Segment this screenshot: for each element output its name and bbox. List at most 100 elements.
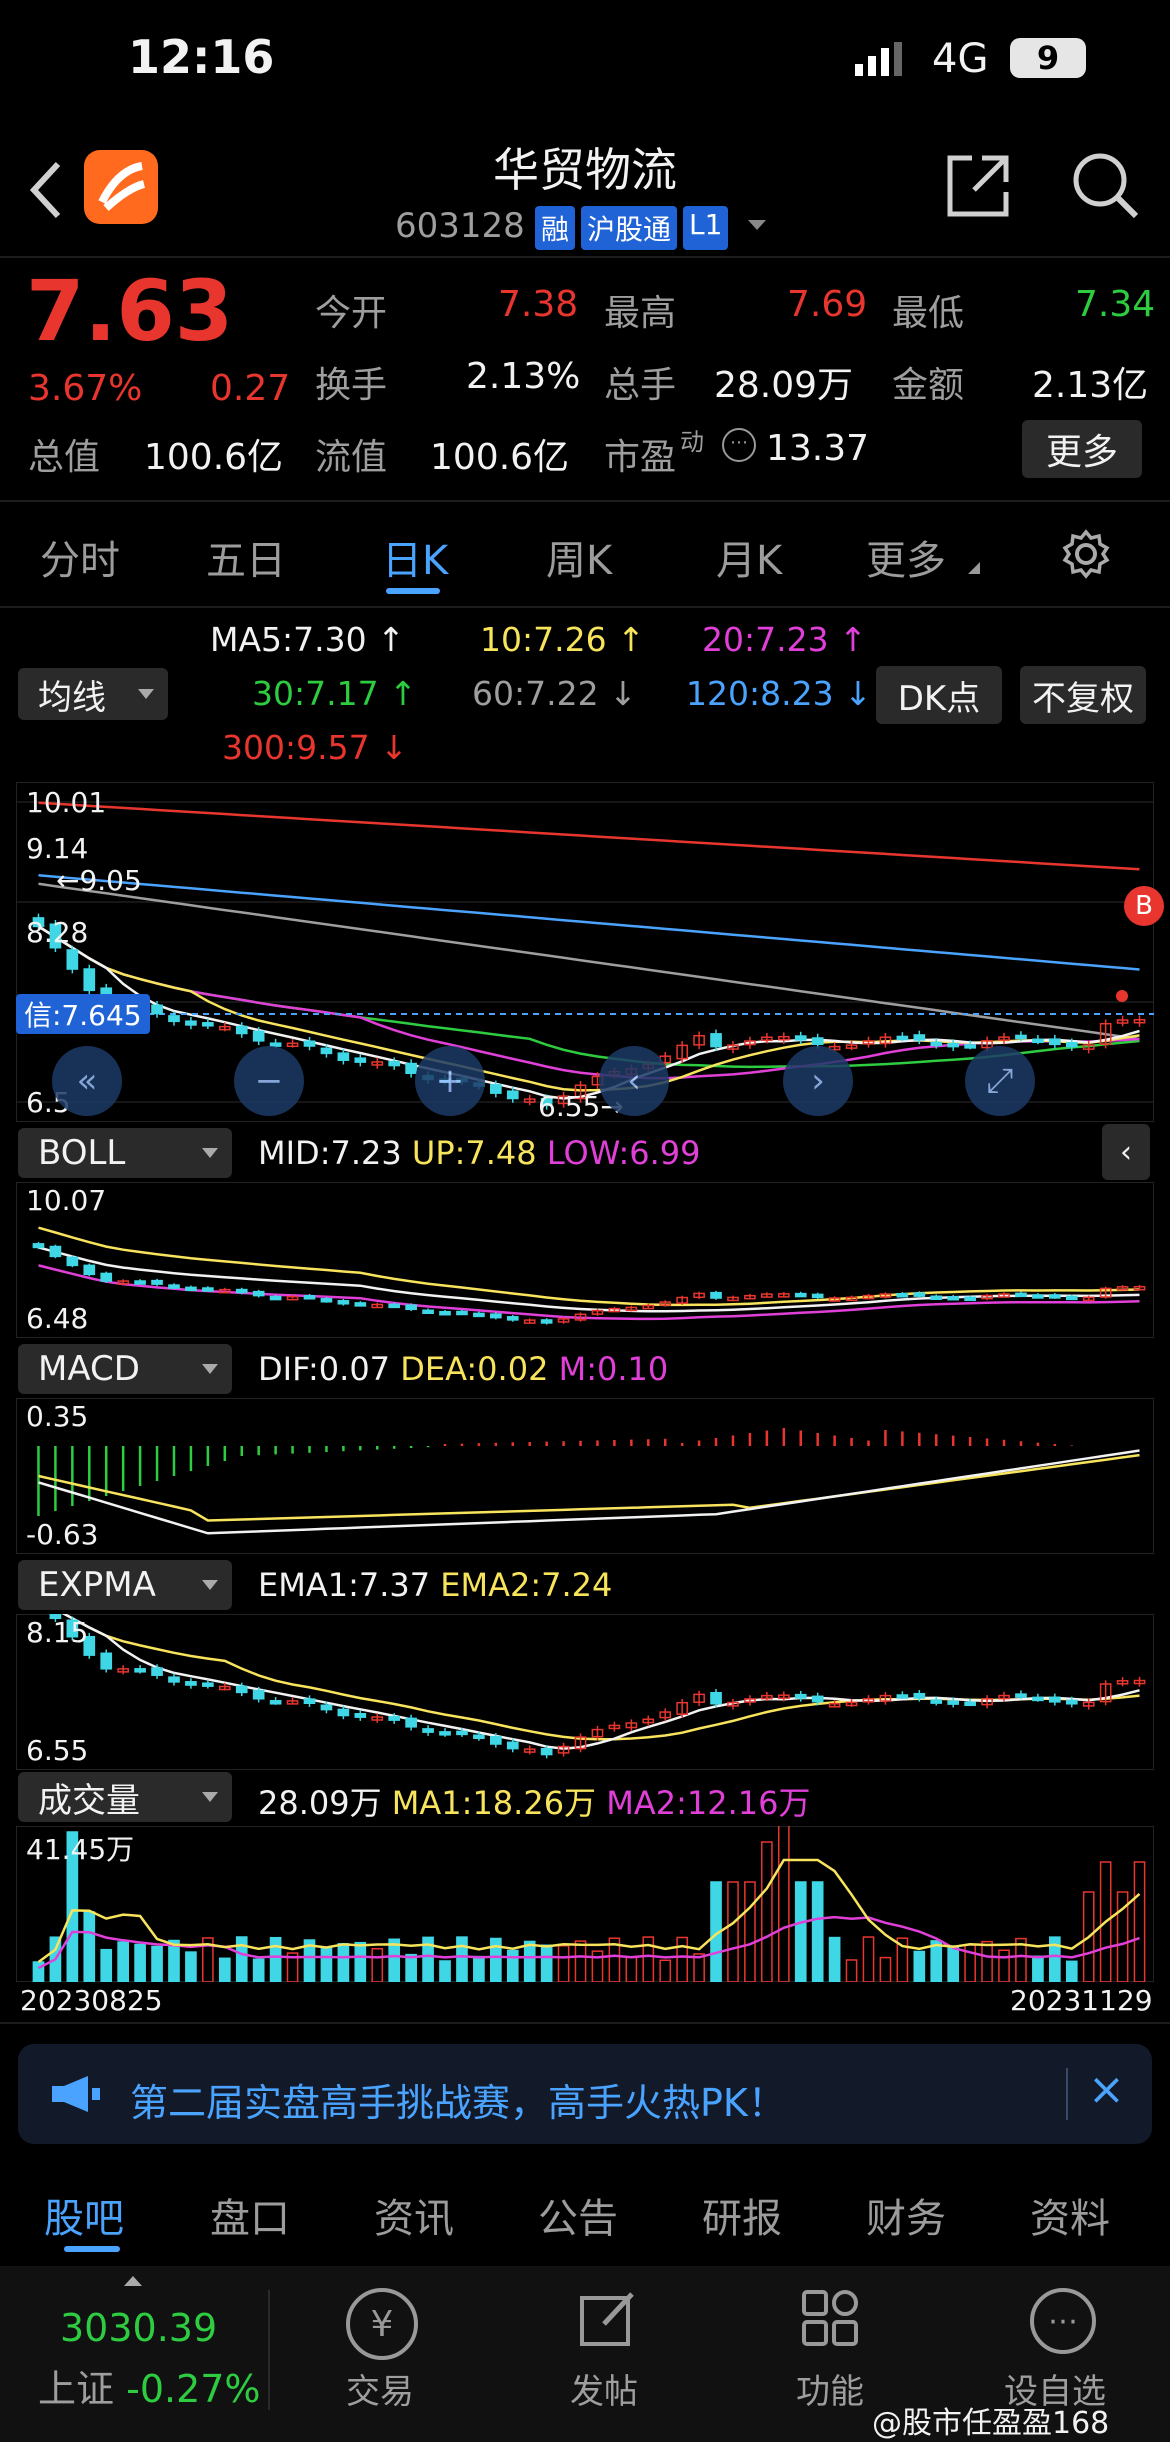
candle-body bbox=[1049, 1038, 1061, 1046]
volume-ma1: MA1:18.26万 bbox=[391, 1784, 597, 1822]
volume-bar bbox=[913, 1950, 926, 1983]
ma60-arrow: ↓ bbox=[609, 674, 637, 713]
volume-bar bbox=[761, 1841, 773, 1983]
post-icon[interactable] bbox=[578, 2288, 638, 2352]
turnover-value: 2.13% bbox=[466, 356, 581, 397]
index-expand-icon[interactable] bbox=[124, 2276, 142, 2286]
candle-body bbox=[896, 1035, 909, 1041]
tab-five-day[interactable]: 五日 bbox=[206, 528, 286, 586]
tab-order-book[interactable]: 盘口 bbox=[210, 2186, 290, 2244]
zoom-in-icon[interactable]: + bbox=[415, 1046, 485, 1116]
candle-body bbox=[388, 1303, 401, 1309]
close-icon[interactable]: × bbox=[1088, 2064, 1125, 2115]
candle-body bbox=[1015, 1693, 1027, 1698]
candle-body bbox=[100, 1272, 113, 1282]
candle-body bbox=[811, 1037, 824, 1045]
boll-selector[interactable]: BOLL bbox=[18, 1128, 232, 1178]
scroll-left-icon[interactable]: ‹ bbox=[599, 1046, 669, 1116]
volume-bar bbox=[625, 1956, 638, 1983]
search-icon[interactable] bbox=[1070, 150, 1140, 224]
fullscreen-icon[interactable]: ⤢ bbox=[965, 1046, 1035, 1116]
scroll-left-fast-icon[interactable]: « bbox=[52, 1046, 122, 1116]
volume-bar bbox=[744, 1881, 756, 1983]
more-button[interactable]: 更多 bbox=[1022, 420, 1142, 478]
volume-bar bbox=[320, 1946, 333, 1983]
functions-icon[interactable] bbox=[800, 2288, 860, 2352]
footer-functions-label[interactable]: 功能 bbox=[796, 2364, 864, 2413]
footer-trade-label[interactable]: 交易 bbox=[346, 2364, 414, 2413]
macd-dea-line bbox=[38, 1453, 1140, 1522]
mcap-label: 总值 bbox=[28, 437, 101, 478]
candle-body bbox=[185, 1681, 197, 1686]
volume-bar bbox=[117, 1941, 129, 1983]
volume-bar bbox=[811, 1881, 824, 1983]
expand-icon[interactable] bbox=[748, 220, 766, 230]
ma20-text: 20:7.23 bbox=[702, 620, 829, 659]
tab-announcements[interactable]: 公告 bbox=[538, 2186, 618, 2244]
trade-icon[interactable]: ¥ bbox=[346, 2288, 418, 2360]
volume-bar bbox=[879, 1956, 892, 1983]
footer-post-label[interactable]: 发帖 bbox=[570, 2364, 638, 2413]
candle-body bbox=[896, 1293, 909, 1298]
tab-finance[interactable]: 财务 bbox=[866, 2186, 946, 2244]
boll-selector-label: BOLL bbox=[38, 1133, 126, 1173]
macd-dea: DEA:0.02 bbox=[400, 1350, 549, 1388]
tab-weekly-k[interactable]: 周K bbox=[546, 528, 612, 586]
ma-selector[interactable]: 均线 bbox=[18, 668, 168, 720]
settings-gear-icon[interactable] bbox=[1060, 528, 1112, 584]
candle-body bbox=[1032, 1696, 1044, 1702]
volume-bar bbox=[727, 1881, 739, 1983]
candle-body bbox=[439, 1731, 451, 1736]
volume-bar bbox=[100, 1948, 113, 1983]
dk-point-button[interactable]: DK点 bbox=[876, 666, 1002, 724]
tab-daily-k[interactable]: 日K bbox=[382, 528, 448, 586]
candle-body bbox=[405, 1062, 417, 1075]
expma-selector[interactable]: EXPMA bbox=[18, 1560, 232, 1610]
tab-forum[interactable]: 股吧 bbox=[44, 2186, 124, 2244]
candle-body bbox=[303, 1295, 316, 1300]
kline-y-label-3: 8.28 bbox=[26, 916, 89, 949]
candle-body bbox=[252, 1689, 265, 1700]
adjust-button[interactable]: 不复权 bbox=[1020, 666, 1146, 724]
volume-bar bbox=[337, 1943, 350, 1983]
volume-bar bbox=[1065, 1960, 1078, 1983]
candle-body bbox=[794, 1292, 807, 1298]
watchlist-icon[interactable]: ⋯ bbox=[1030, 2288, 1096, 2354]
ma-selector-label: 均线 bbox=[38, 677, 106, 718]
candle-body bbox=[100, 1652, 113, 1670]
promo-banner[interactable]: 第二届实盘高手挑战赛，高手火热PK！ × bbox=[18, 2044, 1152, 2144]
pe-info-icon[interactable]: ⋯ bbox=[722, 428, 756, 462]
scroll-right-icon[interactable]: › bbox=[783, 1046, 853, 1116]
candle-body bbox=[947, 1700, 960, 1705]
volume-bar bbox=[439, 1960, 451, 1983]
low-label: 最低 bbox=[892, 293, 965, 334]
volume-bar bbox=[845, 1959, 858, 1983]
tab-monthly-k[interactable]: 月K bbox=[716, 528, 782, 586]
tag-margin: 融 bbox=[535, 206, 576, 250]
share-icon[interactable] bbox=[944, 152, 1012, 224]
buy-marker[interactable]: B bbox=[1124, 886, 1164, 926]
volume-bar bbox=[151, 1945, 163, 1983]
boll-values: MID:7.23 UP:7.48 LOW:6.99 bbox=[258, 1134, 700, 1172]
zoom-out-icon[interactable]: − bbox=[234, 1046, 304, 1116]
volume-bar bbox=[659, 1959, 672, 1983]
pe-label: 市盈 bbox=[604, 437, 677, 478]
collapse-panel-button[interactable]: ‹ bbox=[1102, 1124, 1150, 1180]
tab-intraday[interactable]: 分时 bbox=[40, 528, 120, 586]
index-value[interactable]: 3030.39 bbox=[60, 2306, 217, 2350]
volume-chart bbox=[15, 1811, 1155, 1983]
tab-research[interactable]: 研报 bbox=[702, 2186, 782, 2244]
candle-body bbox=[964, 1044, 976, 1049]
tab-profile[interactable]: 资料 bbox=[1030, 2186, 1110, 2244]
candle-body bbox=[66, 1256, 79, 1267]
candle-body bbox=[235, 1685, 248, 1694]
macd-dif-line bbox=[38, 1449, 1140, 1535]
macd-svg bbox=[15, 1397, 1155, 1555]
tab-more[interactable]: 更多 bbox=[866, 528, 946, 586]
volume-selector[interactable]: 成交量 bbox=[18, 1772, 232, 1822]
candle-body bbox=[1065, 1699, 1078, 1705]
ma120-text: 120:8.23 bbox=[686, 674, 834, 713]
tab-news[interactable]: 资讯 bbox=[374, 2186, 454, 2244]
candle-body bbox=[490, 1084, 502, 1094]
macd-selector[interactable]: MACD bbox=[18, 1344, 232, 1394]
